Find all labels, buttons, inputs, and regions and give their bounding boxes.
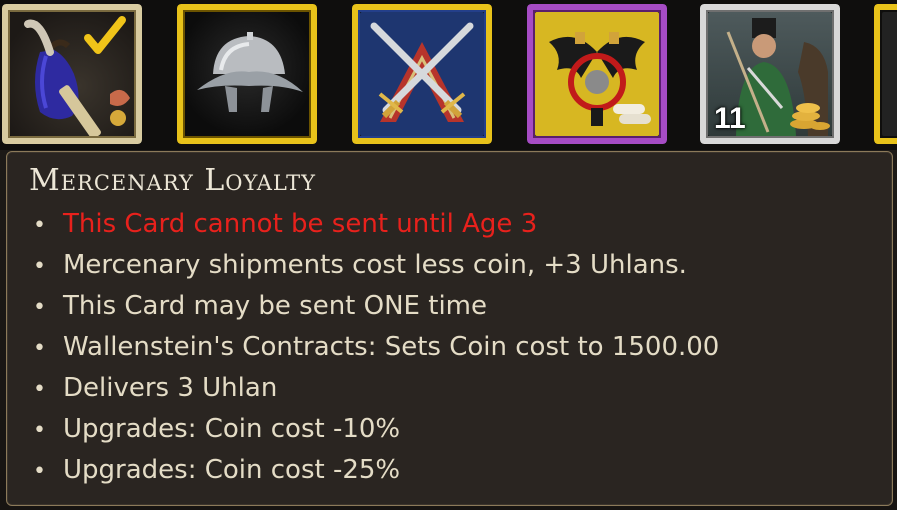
tooltip-line-upgrade-25: • Upgrades: Coin cost -25% bbox=[33, 453, 719, 494]
tooltip-description-list: • This Card cannot be sent until Age 3 • M… bbox=[33, 207, 719, 494]
tooltip-line-text: Upgrades: Coin cost -25% bbox=[63, 455, 401, 485]
tooltip-line-text: Mercenary shipments cost less coin, +3 U… bbox=[63, 250, 687, 280]
tooltip-line-text: This Card cannot be sent until Age 3 bbox=[63, 209, 538, 239]
tooltip-line-text: Upgrades: Coin cost -10% bbox=[63, 414, 401, 444]
bullet-icon: • bbox=[33, 459, 46, 484]
tooltip-line-contracts: • Wallenstein's Contracts: Sets Coin cost… bbox=[33, 330, 719, 371]
bullet-icon: • bbox=[33, 295, 46, 320]
tooltip-line-send-limit: • This Card may be sent ONE time bbox=[33, 289, 719, 330]
tooltip-line-text: This Card may be sent ONE time bbox=[63, 291, 487, 321]
tooltip-title: Mercenary Loyalty bbox=[29, 163, 317, 198]
card-double-eagle[interactable] bbox=[527, 4, 667, 144]
tooltip-line-delivers: • Delivers 3 Uhlan bbox=[33, 371, 719, 412]
double-eagle-crest-icon bbox=[535, 12, 659, 136]
home-city-card-deck: 11 bbox=[0, 0, 897, 150]
card-helmet[interactable] bbox=[177, 4, 317, 144]
bullet-icon: • bbox=[33, 213, 46, 238]
card-crossed-swords[interactable] bbox=[352, 4, 492, 144]
card-tooltip: Mercenary Loyalty • This Card cannot be s… bbox=[6, 151, 893, 506]
card-uhlan-shipment[interactable]: 11 bbox=[700, 4, 840, 144]
crossed-swords-icon bbox=[360, 12, 484, 136]
tooltip-line-effect: • Mercenary shipments cost less coin, +3 … bbox=[33, 248, 719, 289]
game-screen: 11 Mercenary Loyalty • This Card cannot b… bbox=[0, 0, 897, 510]
partial-card-icon bbox=[882, 12, 897, 136]
tooltip-line-age-requirement: • This Card cannot be sent until Age 3 bbox=[33, 207, 719, 248]
bullet-icon: • bbox=[33, 418, 46, 443]
steel-helmet-icon bbox=[185, 12, 309, 136]
tooltip-line-text: Wallenstein's Contracts: Sets Coin cost … bbox=[63, 332, 720, 362]
coin-purse-checkmark-icon bbox=[10, 12, 134, 136]
bullet-icon: • bbox=[33, 377, 46, 402]
shipment-count-badge: 11 bbox=[714, 102, 746, 135]
bullet-icon: • bbox=[33, 336, 46, 361]
card-partial[interactable] bbox=[874, 4, 897, 144]
card-mercenary-loyalty[interactable] bbox=[2, 4, 142, 144]
tooltip-line-upgrade-10: • Upgrades: Coin cost -10% bbox=[33, 412, 719, 453]
tooltip-line-text: Delivers 3 Uhlan bbox=[63, 373, 278, 403]
bullet-icon: • bbox=[33, 254, 46, 279]
